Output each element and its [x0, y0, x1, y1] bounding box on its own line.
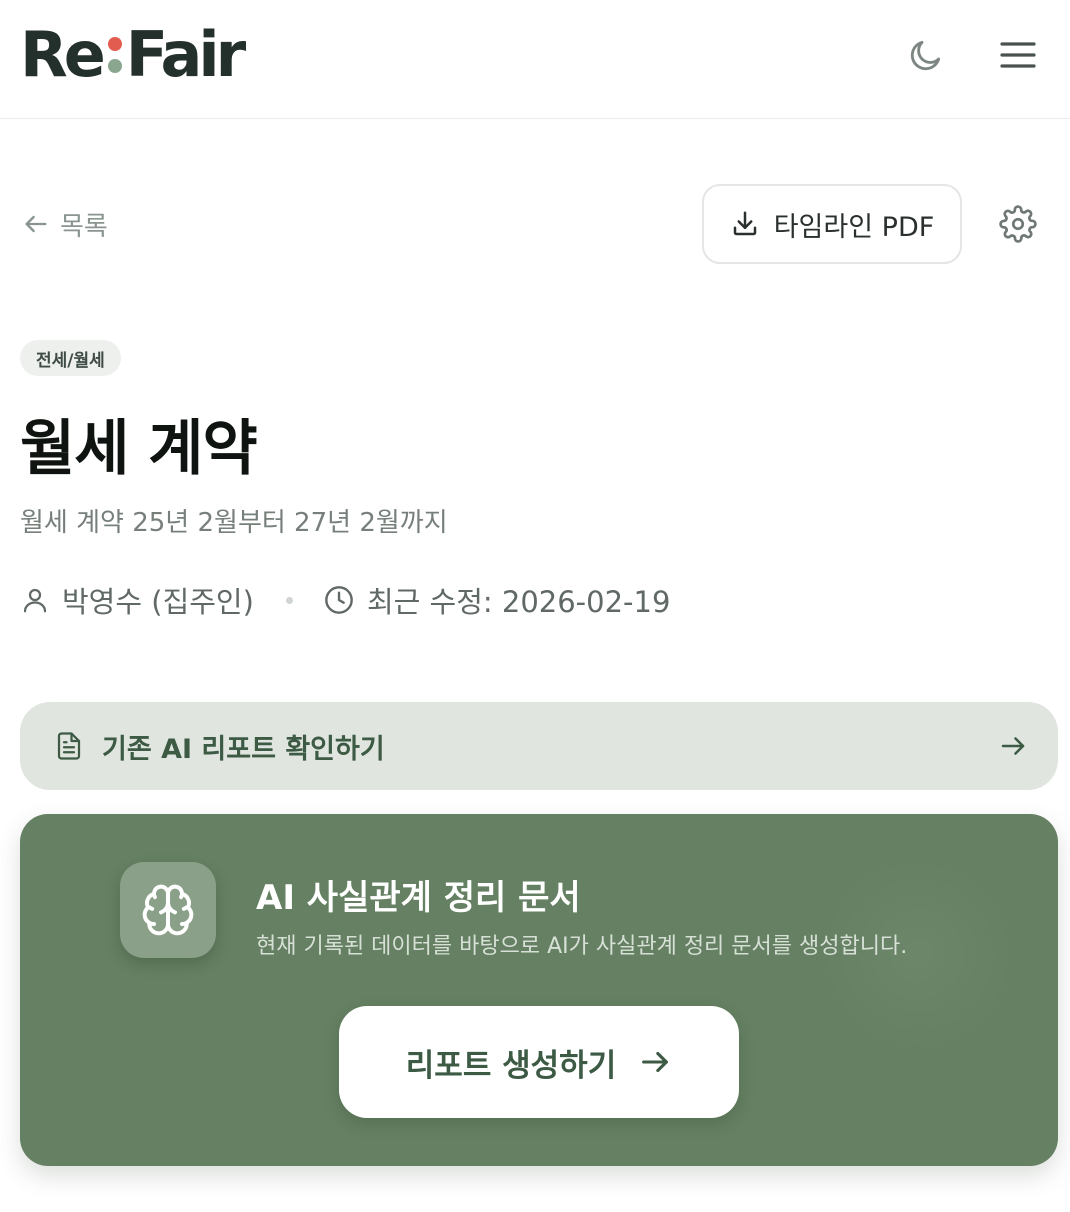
back-label: 목록	[60, 211, 108, 242]
logo-dot-green	[107, 59, 122, 73]
logo-text-left: Re	[20, 18, 106, 91]
updated-date: 최근 수정: 2026-02-19	[366, 585, 671, 619]
owner-meta: 박영수 (집주인)	[20, 579, 254, 621]
download-icon	[733, 211, 756, 236]
existing-ai-report-link[interactable]: 기존 AI 리포트 확인하기	[20, 702, 1058, 790]
logo-text-right: Fair	[125, 18, 246, 91]
document-icon	[57, 732, 81, 760]
contract-meta: 박영수 (집주인) 최근 수정: 2026-02-19	[20, 578, 670, 622]
hamburger-menu-icon	[1000, 42, 1036, 68]
brain-icon-box	[120, 862, 216, 958]
ai-fact-report-card: AI 사실관계 정리 문서 현재 기록된 데이터를 바탕으로 AI가 사실관계 …	[20, 814, 1058, 1166]
meta-separator-dot	[285, 596, 293, 604]
page-title: 월세 계약	[20, 414, 258, 484]
moon-icon	[910, 40, 941, 71]
logo-dot-red	[107, 37, 122, 51]
ai-card-description: 현재 기록된 데이터를 바탕으로 AI가 사실관계 정리 문서를 생성합니다.	[256, 934, 908, 959]
ai-card-title: AI 사실관계 정리 문서	[256, 878, 581, 918]
contract-description: 월세 계약 25년 2월부터 27년 2월까지	[20, 508, 448, 538]
clock-icon	[325, 586, 353, 614]
pdf-button-label: 타임라인 PDF	[773, 211, 935, 243]
category-badge: 전세/월세	[20, 340, 121, 376]
brain-icon	[142, 884, 194, 936]
owner-name: 박영수 (집주인)	[62, 585, 254, 619]
arrow-right-icon	[1001, 737, 1025, 755]
back-to-list-link[interactable]: 목록	[22, 204, 108, 244]
existing-report-label: 기존 AI 리포트 확인하기	[102, 733, 385, 765]
updated-meta: 최근 수정: 2026-02-19	[323, 579, 670, 621]
user-icon	[23, 588, 47, 613]
arrow-left-icon	[25, 215, 47, 233]
arrow-right-icon	[642, 1051, 669, 1073]
timeline-pdf-button[interactable]: 타임라인 PDF	[702, 184, 962, 264]
generate-report-button[interactable]: 리포트 생성하기	[339, 1006, 739, 1118]
logo-colon-dots	[107, 20, 122, 90]
generate-button-label: 리포트 생성하기	[405, 1047, 617, 1084]
refair-logo[interactable]: Re Fair	[20, 18, 246, 91]
menu-button[interactable]	[996, 33, 1040, 77]
theme-toggle-button[interactable]	[904, 33, 948, 77]
gear-icon	[999, 205, 1037, 243]
settings-button[interactable]	[996, 202, 1040, 246]
top-header: Re Fair	[0, 0, 1070, 119]
